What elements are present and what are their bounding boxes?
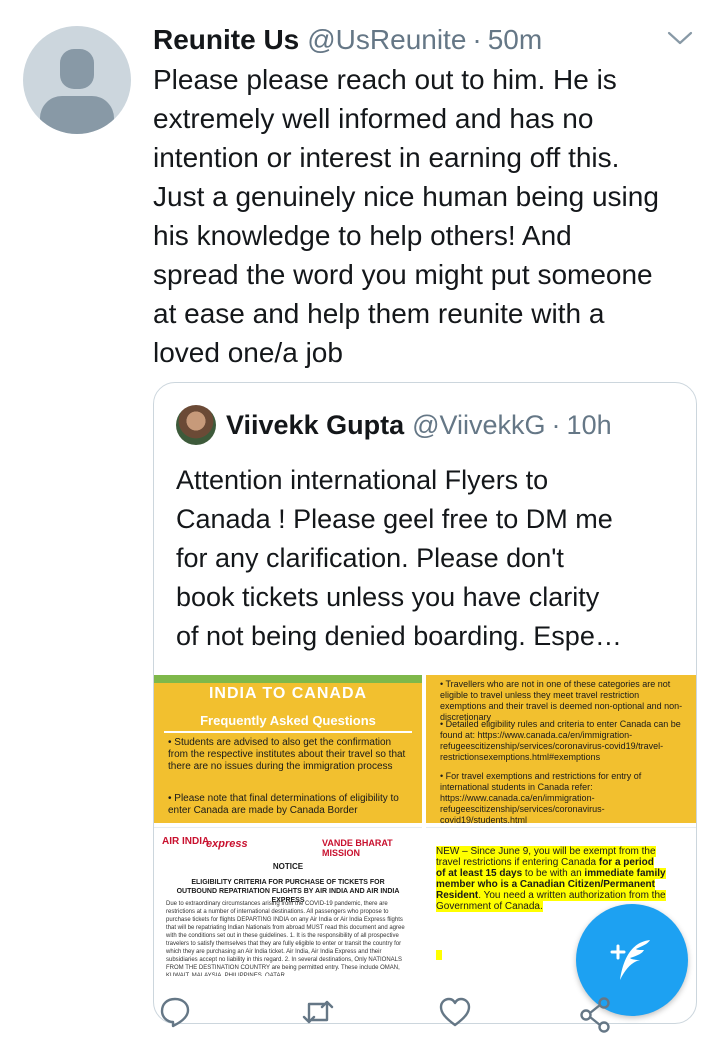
image-subtitle: Frequently Asked Questions [200,713,376,728]
image-bullet: • Please note that final determinations … [168,793,399,816]
tweet-text: Please please reach out to him. He is ex… [153,64,659,368]
divider [164,731,412,733]
tweet-header: Reunite Us @UsReunite · 50m [153,20,542,60]
tweet-actions [0,995,720,1039]
express-logo: express [206,838,248,850]
quoted-user-handle[interactable]: @ViivekkG [412,410,545,441]
highlight-mark [436,950,442,960]
exemption-text: NEW – Since June 9, you will be exempt f… [436,846,666,912]
quoted-text: Attention international Flyers to Canada… [176,465,622,651]
image-bullet: • Travellers who are not in one of these… [440,679,683,722]
image-bullet: • Detailed eligibility rules and criteri… [440,719,681,762]
mission-title: VANDE BHARAT MISSION [322,838,393,858]
avatar[interactable] [23,26,131,134]
quoted-timestamp[interactable]: 10h [567,410,612,441]
air-india-logo: AIR INDIA [162,836,210,847]
quoted-display-name[interactable]: Viivekk Gupta [226,410,404,441]
user-handle[interactable]: @UsReunite [307,20,466,60]
heart-icon[interactable] [438,995,472,1029]
display-name[interactable]: Reunite Us [153,20,299,60]
image-bullet: • Students are advised to also get the c… [168,737,406,772]
avatar-body [40,96,114,134]
notice-paragraph: Due to extraordinary circumstances arisi… [166,901,405,976]
quoted-header: Viivekk Gupta @ViivekkG · 10h [226,405,612,445]
quoted-avatar[interactable] [176,405,216,445]
image-bullet: • For travel exemptions and restrictions… [440,771,642,823]
image-header-band [154,675,422,683]
quoted-separator: · [551,409,561,440]
media-image-notice[interactable]: AIR INDIA express VANDE BHARAT MISSION N… [154,827,422,976]
separator: · [472,24,482,55]
compose-tweet-icon [610,940,650,980]
exemption-part: to be with an [522,868,585,879]
reply-icon[interactable] [158,995,192,1029]
share-icon[interactable] [578,995,612,1035]
avatar-head [60,49,94,89]
media-image-rules[interactable]: • Travellers who are not in one of these… [426,675,696,823]
retweet-icon[interactable] [300,995,336,1029]
image-title: INDIA TO CANADA [208,685,368,702]
notice-label: NOTICE [272,862,304,871]
timestamp[interactable]: 50m [488,20,542,60]
chevron-down-icon[interactable] [666,28,694,48]
media-image-faq[interactable]: INDIA TO CANADA Frequently Asked Questio… [154,675,422,823]
